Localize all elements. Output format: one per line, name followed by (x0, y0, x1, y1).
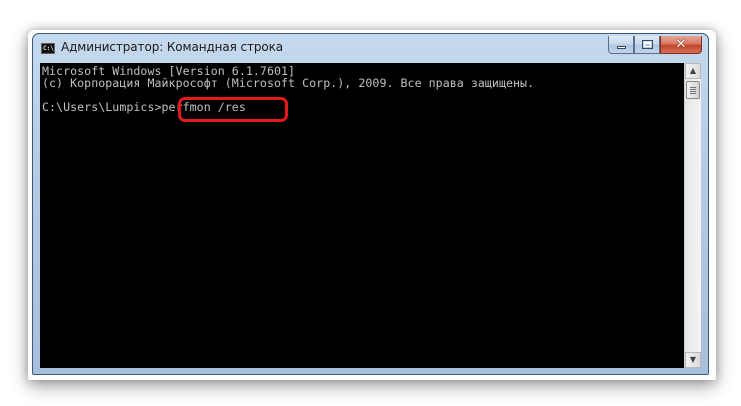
thumb-grip (690, 93, 696, 94)
minimize-button[interactable] (608, 36, 634, 54)
thumb-grip (690, 89, 696, 90)
window-title: Администратор: Командная строка (61, 40, 284, 54)
close-button[interactable]: ✕ (660, 36, 702, 54)
window-controls: ✕ (608, 36, 702, 55)
maximize-icon (642, 40, 653, 49)
thumb-grip (690, 91, 696, 92)
scroll-up-button[interactable]: ▲ (685, 63, 701, 79)
title-bar[interactable]: C:\ Администратор: Командная строка ✕ (33, 34, 708, 64)
console-output[interactable]: Microsoft Windows [Version 6.1.7601] (c)… (40, 63, 684, 368)
console-line-copyright: (c) Корпорация Майкрософт (Microsoft Cor… (42, 76, 535, 90)
cmd-icon-text: C:\ (43, 45, 54, 52)
command-highlight (178, 97, 288, 122)
scroll-down-button[interactable]: ▼ (685, 352, 701, 368)
scroll-thumb[interactable] (686, 81, 700, 99)
cmd-icon[interactable]: C:\ (41, 43, 55, 54)
cmd-window: C:\ Администратор: Командная строка ✕ Mi… (32, 33, 709, 375)
maximize-button[interactable] (634, 36, 660, 54)
close-icon: ✕ (675, 37, 687, 52)
thumb-grip (690, 87, 696, 88)
vertical-scrollbar[interactable]: ▲ ▼ (684, 63, 701, 368)
minimize-icon (617, 46, 626, 49)
